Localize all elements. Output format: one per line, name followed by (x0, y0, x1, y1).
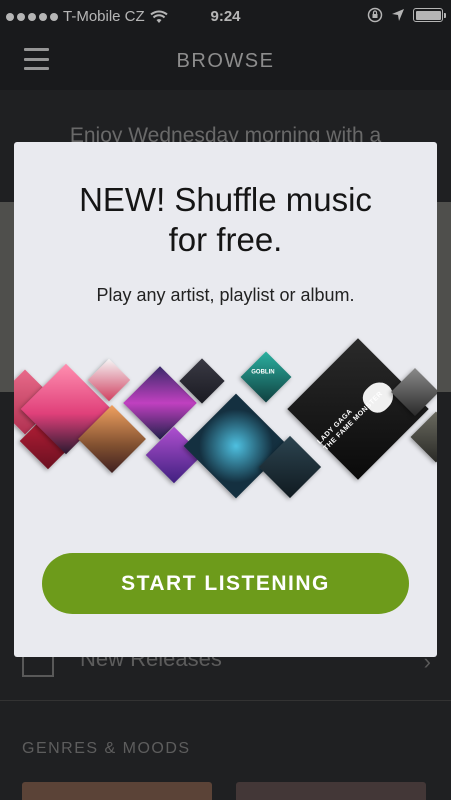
dialog-title-line-1: NEW! Shuffle music (79, 181, 372, 218)
dialog-title: NEW! Shuffle music for free. (14, 180, 437, 260)
album-art-collage: GOBLIN LADY GAGA THE FAME MONSTER (14, 338, 437, 532)
album-art-label: GOBLIN (251, 369, 275, 376)
dialog-title-line-2: for free. (168, 221, 283, 258)
start-listening-button[interactable]: START LISTENING (42, 553, 409, 614)
album-art-caption: LADY GAGA THE FAME MONSTER (316, 390, 385, 453)
album-art-tile: GOBLIN (240, 351, 292, 403)
album-art-tile (183, 393, 289, 499)
shuffle-promo-dialog: NEW! Shuffle music for free. Play any ar… (14, 142, 437, 657)
dialog-subtitle: Play any artist, playlist or album. (96, 285, 355, 305)
